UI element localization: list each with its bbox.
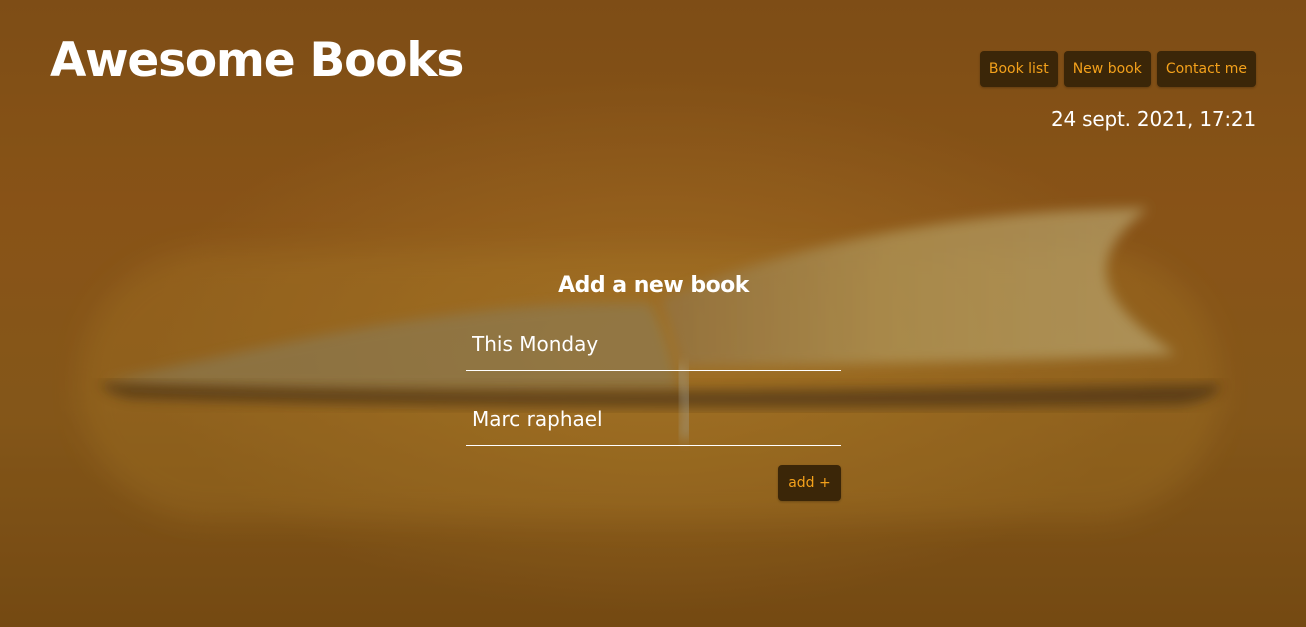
book-title-input[interactable] [466,317,841,371]
book-author-input[interactable] [466,392,841,446]
main-navigation: Book list New book Contact me [979,51,1256,87]
book-list-button[interactable]: Book list [979,51,1058,87]
current-datetime: 24 sept. 2021, 17:21 [1050,107,1256,131]
app-title: Awesome Books [50,33,464,88]
add-book-form: Add a new book add + [466,271,841,511]
contact-me-button[interactable]: Contact me [1156,51,1256,87]
add-book-heading: Add a new book [558,273,749,298]
add-book-button[interactable]: add + [778,465,841,501]
awesome-books-page: Awesome Books Book list New book Contact… [0,0,1306,627]
new-book-button[interactable]: New book [1063,51,1151,87]
site-header: Awesome Books Book list New book Contact… [50,0,1256,150]
